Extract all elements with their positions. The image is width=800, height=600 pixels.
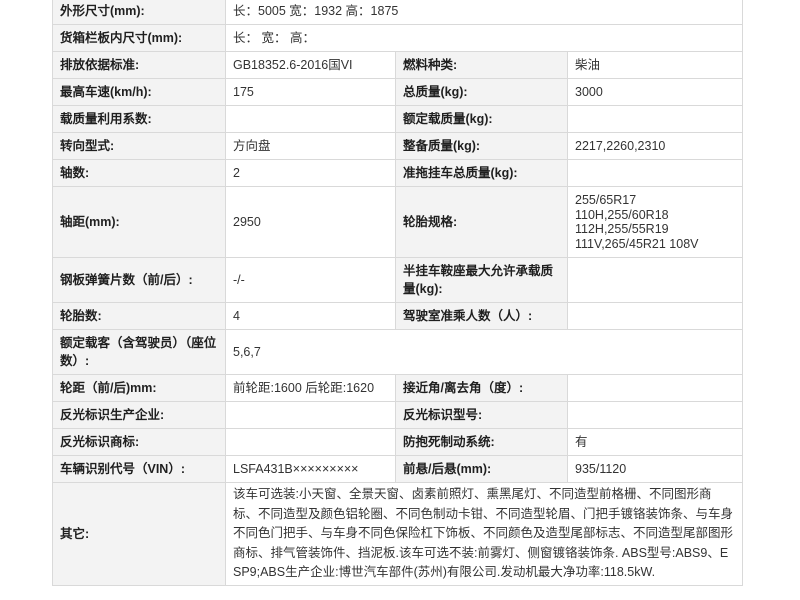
spec-label: 轮距（前/后)mm: (52, 374, 226, 402)
spec-value: 2950 (225, 186, 396, 258)
tire-spec: 110H,255/60R18 (575, 207, 669, 222)
spec-value (225, 105, 396, 133)
spec-label: 接近角/离去角（度）: (395, 374, 568, 402)
vehicle-spec-table: 外形尺寸(mm): 长：5005 宽：1932 高：1875 货箱栏板内尺寸(m… (52, 0, 744, 586)
spec-value: GB18352.6-2016国VI (225, 51, 396, 79)
spec-label: 反光标识生产企业: (52, 401, 226, 429)
spec-row-wheelbase: 轴距(mm): 2950 轮胎规格: 255/65R17 110H,255/60… (52, 186, 744, 258)
spec-value (566, 374, 744, 402)
spec-label: 外形尺寸(mm): (52, 0, 226, 25)
spec-value: 2217,2260,2310 (566, 132, 744, 160)
spec-row: 排放依据标准: GB18352.6-2016国VI 燃料种类: 柴油 (52, 51, 744, 79)
spec-row: 钢板弹簧片数（前/后）: -/- 半挂车鞍座最大允许承载质量(kg): (52, 257, 744, 303)
spec-value (566, 159, 744, 187)
spec-row: 轮距（前/后)mm: 前轮距:1600 后轮距:1620 接近角/离去角（度）: (52, 374, 744, 402)
spec-row-passengers: 额定载客（含驾驶员）（座位数）: 5,6,7 (52, 329, 744, 375)
spec-label: 反光标识型号: (395, 401, 568, 429)
spec-value: 935/1120 (566, 455, 744, 483)
spec-label: 轴距(mm): (52, 186, 226, 258)
spec-value (566, 257, 744, 303)
spec-label: 轮胎规格: (395, 186, 568, 258)
spec-row-other: 其它: 该车可选装:小天窗、全景天窗、卤素前照灯、熏黑尾灯、不同造型前格栅、不同… (52, 482, 744, 586)
spec-label: 整备质量(kg): (395, 132, 568, 160)
spec-row: 最高车速(km/h): 175 总质量(kg): 3000 (52, 78, 744, 106)
spec-value (566, 401, 744, 429)
spec-value (225, 428, 396, 456)
spec-value: 5,6,7 (224, 329, 744, 375)
spec-label: 前悬/后悬(mm): (395, 455, 568, 483)
tire-spec: 111V,265/45R21 108V (575, 236, 699, 251)
spec-label: 货箱栏板内尺寸(mm): (52, 24, 226, 52)
tire-spec: 112H,255/55R19 (575, 222, 669, 236)
spec-value (566, 302, 744, 330)
spec-value: 柴油 (566, 51, 744, 79)
spec-row: 载质量利用系数: 额定载质量(kg): (52, 105, 744, 133)
spec-label: 排放依据标准: (52, 51, 226, 79)
spec-value: 长： 宽： 高： (224, 24, 744, 52)
spec-label: 转向型式: (52, 132, 226, 160)
spec-label: 轮胎数: (52, 302, 226, 330)
spec-label: 额定载质量(kg): (395, 105, 568, 133)
spec-value: 前轮距:1600 后轮距:1620 (225, 374, 396, 402)
spec-value (566, 105, 744, 133)
spec-value-other: 该车可选装:小天窗、全景天窗、卤素前照灯、熏黑尾灯、不同造型前格栅、不同图形商标… (224, 482, 744, 586)
spec-label: 其它: (52, 482, 226, 586)
tire-spec-list: 255/65R17 110H,255/60R18 112H,255/55R19 … (566, 186, 744, 258)
spec-label: 额定载客（含驾驶员）（座位数）: (52, 329, 226, 375)
spec-row: 反光标识生产企业: 反光标识型号: (52, 401, 744, 429)
spec-value: 4 (225, 302, 396, 330)
spec-value (225, 401, 396, 429)
spec-value: 3000 (566, 78, 744, 106)
spec-row: 轴数: 2 准拖挂车总质量(kg): (52, 159, 744, 187)
spec-label: 载质量利用系数: (52, 105, 226, 133)
spec-value: 2 (225, 159, 396, 187)
spec-label: 总质量(kg): (395, 78, 568, 106)
spec-row: 转向型式: 方向盘 整备质量(kg): 2217,2260,2310 (52, 132, 744, 160)
spec-value: 方向盘 (225, 132, 396, 160)
tire-spec: 255/65R17 (575, 193, 637, 207)
spec-row: 车辆识别代号（VIN）: LSFA431B××××××××× 前悬/后悬(mm)… (52, 455, 744, 483)
spec-value: 175 (225, 78, 396, 106)
spec-value: LSFA431B××××××××× (225, 455, 396, 483)
spec-label: 准拖挂车总质量(kg): (395, 159, 568, 187)
spec-value: 长：5005 宽：1932 高：1875 (224, 0, 744, 25)
spec-label: 防抱死制动系统: (395, 428, 568, 456)
spec-label: 最高车速(km/h): (52, 78, 226, 106)
spec-row-cargo-box: 货箱栏板内尺寸(mm): 长： 宽： 高： (52, 24, 744, 52)
spec-row: 轮胎数: 4 驾驶室准乘人数（人）: (52, 302, 744, 330)
spec-label: 车辆识别代号（VIN）: (52, 455, 226, 483)
spec-label: 反光标识商标: (52, 428, 226, 456)
spec-label: 轴数: (52, 159, 226, 187)
spec-label: 半挂车鞍座最大允许承载质量(kg): (395, 257, 568, 303)
spec-value: -/- (225, 257, 396, 303)
spec-row: 反光标识商标: 防抱死制动系统: 有 (52, 428, 744, 456)
spec-row-dimensions: 外形尺寸(mm): 长：5005 宽：1932 高：1875 (52, 0, 744, 25)
spec-label: 钢板弹簧片数（前/后）: (52, 257, 226, 303)
spec-value: 有 (566, 428, 744, 456)
spec-label: 驾驶室准乘人数（人）: (395, 302, 568, 330)
spec-label: 燃料种类: (395, 51, 568, 79)
